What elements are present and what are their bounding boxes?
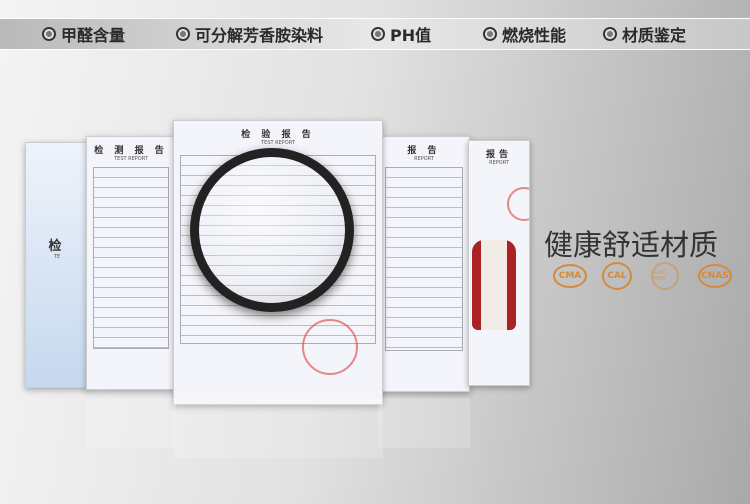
doc-subtitle: REPORT (414, 156, 434, 162)
tag-label: 燃烧性能 (502, 26, 567, 45)
tag-formaldehyde: 甲醛含量 (42, 22, 125, 46)
doc-subtitle: TEST REPORT (261, 140, 295, 146)
bullet-icon (483, 27, 497, 41)
doc-subtitle: TE (53, 254, 61, 260)
slogan: 健康舒适材质 (544, 228, 719, 262)
tag-label: PH值 (390, 26, 432, 45)
tag-flammability: 燃烧性能 (483, 22, 566, 46)
cal-logo: CAL (602, 262, 632, 290)
tag-material: 材质鉴定 (603, 22, 686, 46)
bullet-icon (176, 27, 190, 41)
feature-tag-bar: 甲醛含量 可分解芳香胺染料 PH值 燃烧性能 材质鉴定 (0, 18, 750, 50)
report-document-4: 报 告 REPORT (378, 136, 470, 392)
bullet-icon (371, 27, 385, 41)
cma-logo: CMA (553, 264, 587, 288)
doc-table (93, 167, 169, 349)
doc-subtitle: TEST REPORT (114, 156, 148, 162)
doc-subtitle: REPORT (489, 160, 509, 166)
doc-title: 报 告 (407, 146, 441, 156)
doc-title: 报告 (485, 150, 512, 160)
red-seal (302, 319, 358, 375)
magnifying-glass-icon (190, 148, 354, 312)
tag-azo-dyes: 可分解芳香胺染料 (176, 22, 323, 46)
doc-title: 检 测 报 告 (94, 146, 168, 156)
reflection (173, 398, 383, 458)
tag-ph: PH值 (371, 22, 431, 46)
tag-label: 甲醛含量 (61, 26, 126, 45)
bullet-icon (42, 27, 56, 41)
report-document-2: 检 测 报 告 TEST REPORT (86, 136, 176, 390)
cnas-logo: CNAS (698, 264, 732, 288)
car-seat-image (472, 240, 516, 330)
red-seal (507, 187, 529, 221)
tag-label: 可分解芳香胺染料 (195, 26, 324, 45)
report-document-1: 检 TE (25, 142, 89, 388)
ilac-mra-logo: ILAC-MRA (651, 262, 679, 290)
bullet-icon (603, 27, 617, 41)
reflection (86, 398, 176, 448)
doc-title: 检 验 报 告 (241, 130, 315, 140)
doc-title: 检 (48, 239, 66, 254)
doc-table (385, 167, 463, 351)
tag-label: 材质鉴定 (622, 26, 687, 45)
reflection (378, 398, 470, 448)
